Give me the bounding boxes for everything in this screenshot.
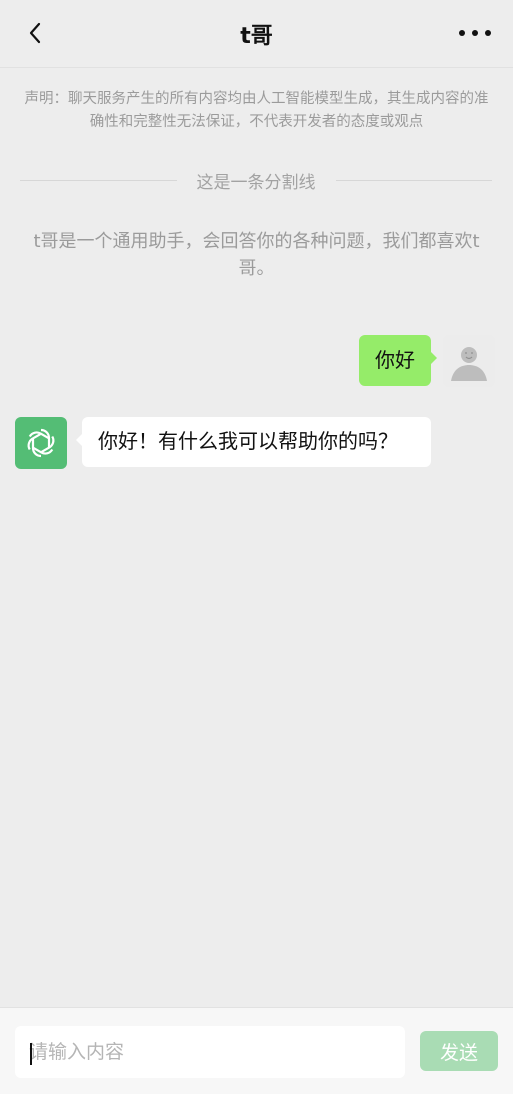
user-message-bubble: 你好 bbox=[359, 335, 437, 386]
message-assistant: 你好！有什么我可以帮助你的吗？ bbox=[15, 417, 431, 469]
assistant-intro: t哥是一个通用助手，会回答你的各种问题，我们都喜欢t哥。 bbox=[33, 231, 480, 279]
chevron-left-icon bbox=[29, 22, 41, 44]
divider: 这是一条分割线 bbox=[20, 166, 492, 194]
text-caret bbox=[30, 1043, 32, 1065]
divider-line-right bbox=[335, 179, 492, 181]
top-bar: t哥 bbox=[0, 0, 513, 68]
message-user: 你好 bbox=[359, 335, 495, 387]
send-button[interactable]: 发送 bbox=[420, 1031, 498, 1071]
back-button[interactable] bbox=[20, 18, 50, 48]
divider-label: 这是一条分割线 bbox=[196, 172, 316, 193]
more-dots-icon bbox=[459, 30, 491, 36]
user-avatar[interactable] bbox=[443, 335, 495, 387]
assistant-message-bubble: 你好！有什么我可以帮助你的吗？ bbox=[76, 417, 431, 467]
divider-line-left bbox=[20, 179, 177, 181]
openai-logo-icon bbox=[27, 428, 55, 458]
assistant-avatar[interactable] bbox=[15, 417, 67, 469]
user-avatar-icon bbox=[443, 335, 495, 387]
input-bar: 发送 bbox=[0, 1007, 513, 1094]
chat-title: t哥 bbox=[240, 23, 273, 49]
message-input[interactable] bbox=[15, 1026, 405, 1078]
more-button[interactable] bbox=[455, 18, 495, 48]
disclaimer-text: 声明：聊天服务产生的所有内容均由人工智能模型生成，其生成内容的准确性和完整性无法… bbox=[24, 91, 489, 130]
